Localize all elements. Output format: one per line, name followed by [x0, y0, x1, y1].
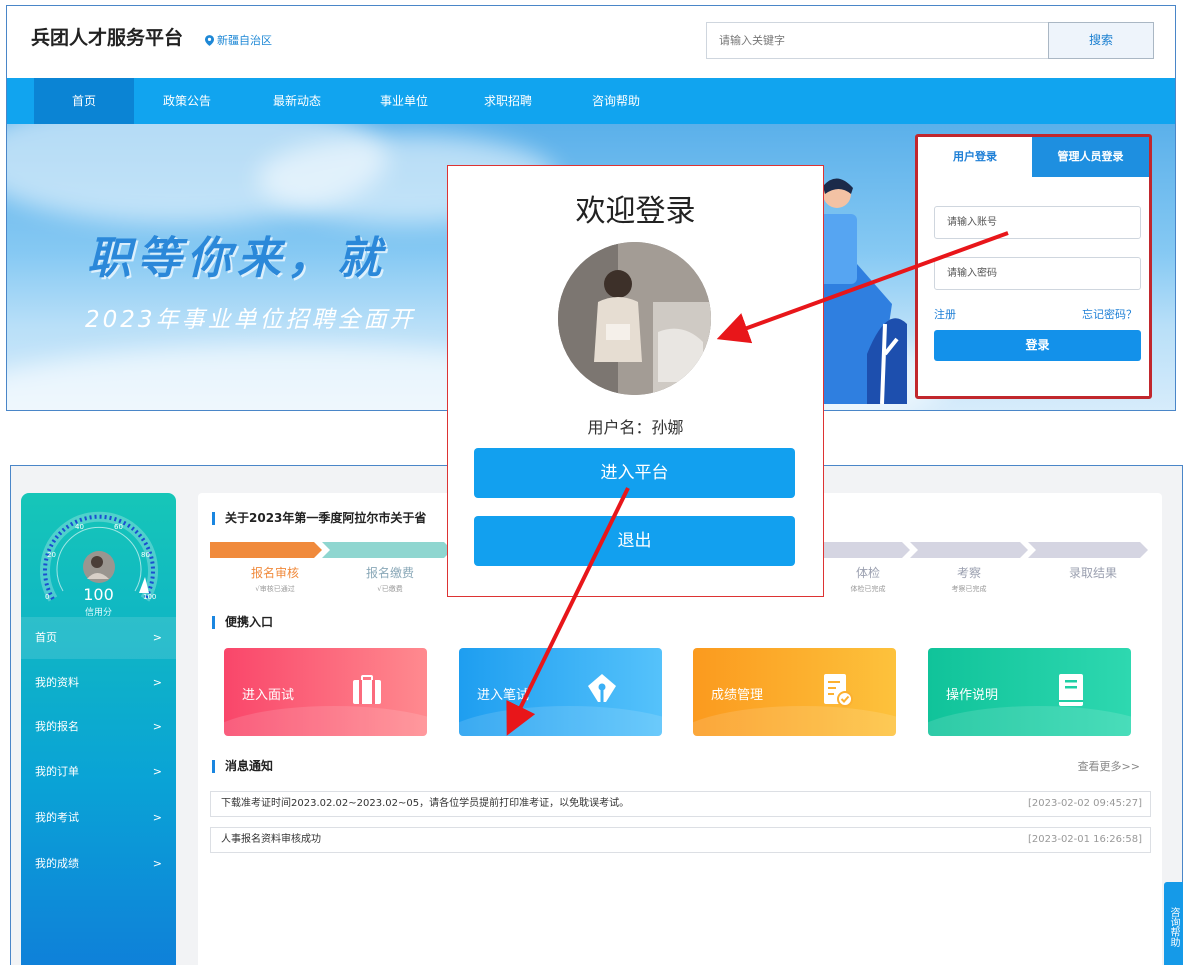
card-enter-written-exam[interactable]: 进入笔试 — [459, 648, 662, 736]
card-label: 成绩管理 — [711, 688, 764, 703]
progress-step-5-bar — [1028, 542, 1148, 558]
sidebar-item-orders[interactable]: 我的订单 > — [21, 751, 176, 793]
progress-step-name: 录取结果 — [1068, 566, 1117, 580]
avatar — [558, 242, 711, 395]
logout-button[interactable]: 退出 — [474, 516, 795, 566]
password-field[interactable]: 请输入密码 — [934, 257, 1141, 290]
popup-username: 用户名：孙娜 — [587, 418, 684, 437]
sidebar-item-label: 我的考试 — [35, 811, 79, 824]
sidebar: 0 20 40 60 80 100 100 信用分 首页 > 我的资料 > 我的报名… — [21, 493, 176, 965]
progress-step-name: 报名缴费 — [365, 566, 414, 580]
banner-subline: 2023年事业单位招聘全面开 — [85, 307, 416, 333]
credit-score-value: 100 — [83, 585, 114, 604]
sidebar-item-exams[interactable]: 我的考试 > — [21, 797, 176, 839]
chevron-right-icon: > — [152, 676, 162, 689]
card-label: 操作说明 — [946, 688, 999, 703]
progress-step-status: √审核已通过 — [255, 585, 295, 593]
tab-admin-login[interactable]: 管理人员登录 — [1032, 137, 1149, 177]
news-item[interactable]: 人事报名资料审核成功 [2023-02-01 16:26:58] — [210, 827, 1151, 853]
progress-step-status: √已缴费 — [377, 585, 403, 593]
region-label: 新疆自治区 — [217, 34, 272, 47]
news-text: 人事报名资料审核成功 — [221, 834, 321, 845]
progress-step-status: 考察已完成 — [951, 585, 987, 593]
sidebar-item-label: 我的报名 — [35, 720, 79, 733]
gauge-tick-20: 20 — [47, 551, 56, 559]
book-icon — [1059, 674, 1083, 706]
nav-item-help[interactable]: 咨询帮助 — [581, 78, 651, 124]
progress-step-name: 报名审核 — [250, 566, 299, 580]
banner-headline: 职等你来，就 — [87, 233, 387, 284]
gauge-tick-60: 60 — [114, 523, 123, 531]
welcome-login-popup: 欢迎登录 用户名：孙娜 进入平台 退出 — [447, 165, 824, 597]
chevron-right-icon: > — [152, 765, 162, 778]
news-item[interactable]: 下载准考证时间2023.02.02~2023.02~05，请各位学员提前打印准考… — [210, 791, 1151, 817]
progress-step-2-bar — [322, 542, 452, 558]
quick-entry-title: 便携入口 — [212, 616, 273, 629]
card-enter-interview[interactable]: 进入面试 — [224, 648, 427, 736]
news-title: 消息通知 — [212, 760, 273, 773]
card-score-management[interactable]: 成绩管理 — [693, 648, 896, 736]
main-nav: 首页 政策公告 最新动态 事业单位 求职招聘 咨询帮助 — [7, 78, 1175, 124]
sidebar-item-label: 首页 — [35, 631, 57, 644]
card-instructions[interactable]: 操作说明 — [928, 648, 1131, 736]
announcement-title[interactable]: 关于2023年第一季度阿拉尔市关于省 — [212, 512, 426, 525]
progress-step-name: 考察 — [956, 566, 981, 580]
login-panel: 用户登录 管理人员登录 请输入账号 请输入密码 注册 忘记密码？ 登录 — [915, 134, 1152, 399]
card-label: 进入面试 — [242, 688, 295, 703]
chevron-right-icon: > — [152, 857, 162, 870]
news-date: [2023-02-02 09:45:27] — [1027, 798, 1142, 809]
register-link[interactable]: 注册 — [934, 306, 956, 322]
account-field[interactable]: 请输入账号 — [934, 206, 1141, 239]
sidebar-item-profile[interactable]: 我的资料 > — [21, 662, 176, 704]
consult-help-tab[interactable]: 咨询帮助 — [1164, 882, 1183, 965]
site-title: 兵团人才服务平台 — [31, 27, 184, 49]
login-button[interactable]: 登录 — [934, 330, 1141, 361]
sidebar-item-label: 我的订单 — [35, 765, 79, 778]
nav-item-policy[interactable]: 政策公告 — [152, 78, 222, 124]
news-date: [2023-02-01 16:26:58] — [1027, 834, 1142, 845]
news-text: 下载准考证时间2023.02.02~2023.02~05，请各位学员提前打印准考… — [221, 798, 630, 809]
enter-platform-button[interactable]: 进入平台 — [474, 448, 795, 498]
gauge-tick-80: 80 — [141, 551, 150, 559]
sidebar-item-home[interactable]: 首页 > — [21, 617, 176, 659]
region-selector[interactable]: 新疆自治区 — [205, 32, 272, 48]
chevron-right-icon: > — [152, 631, 162, 644]
avatar-photo — [558, 242, 711, 395]
pen-nib-icon — [588, 674, 616, 702]
sidebar-item-label: 我的成绩 — [35, 857, 79, 870]
nav-item-jobs[interactable]: 求职招聘 — [473, 78, 543, 124]
gauge-tick-40: 40 — [75, 523, 84, 531]
document-check-icon — [824, 674, 853, 707]
sidebar-item-applications[interactable]: 我的报名 > — [21, 706, 176, 748]
sidebar-item-scores[interactable]: 我的成绩 > — [21, 843, 176, 885]
progress-step-status: 体检已完成 — [850, 585, 886, 593]
briefcase-icon — [353, 675, 381, 704]
card-label: 进入笔试 — [477, 688, 530, 703]
progress-step-name: 体检 — [855, 566, 880, 580]
news-more-link[interactable]: 查看更多>> — [1078, 758, 1140, 774]
tab-user-login[interactable]: 用户登录 — [918, 137, 1032, 177]
sidebar-item-label: 我的资料 — [35, 676, 79, 689]
site-header: 兵团人才服务平台 新疆自治区 请输入关键字 搜索 — [7, 6, 1175, 78]
progress-step-4-bar — [910, 542, 1028, 558]
forgot-password-link[interactable]: 忘记密码？ — [1082, 306, 1137, 322]
nav-item-home[interactable]: 首页 — [34, 78, 134, 124]
search-button[interactable]: 搜索 — [1048, 22, 1154, 59]
search-input[interactable]: 请输入关键字 — [706, 22, 1049, 59]
chevron-right-icon: > — [152, 720, 162, 733]
location-pin-icon — [205, 34, 214, 46]
popup-title: 欢迎登录 — [575, 194, 696, 229]
chevron-right-icon: > — [152, 811, 162, 824]
progress-step-1-bar — [210, 542, 322, 558]
nav-item-institutions[interactable]: 事业单位 — [369, 78, 439, 124]
nav-item-news[interactable]: 最新动态 — [262, 78, 332, 124]
